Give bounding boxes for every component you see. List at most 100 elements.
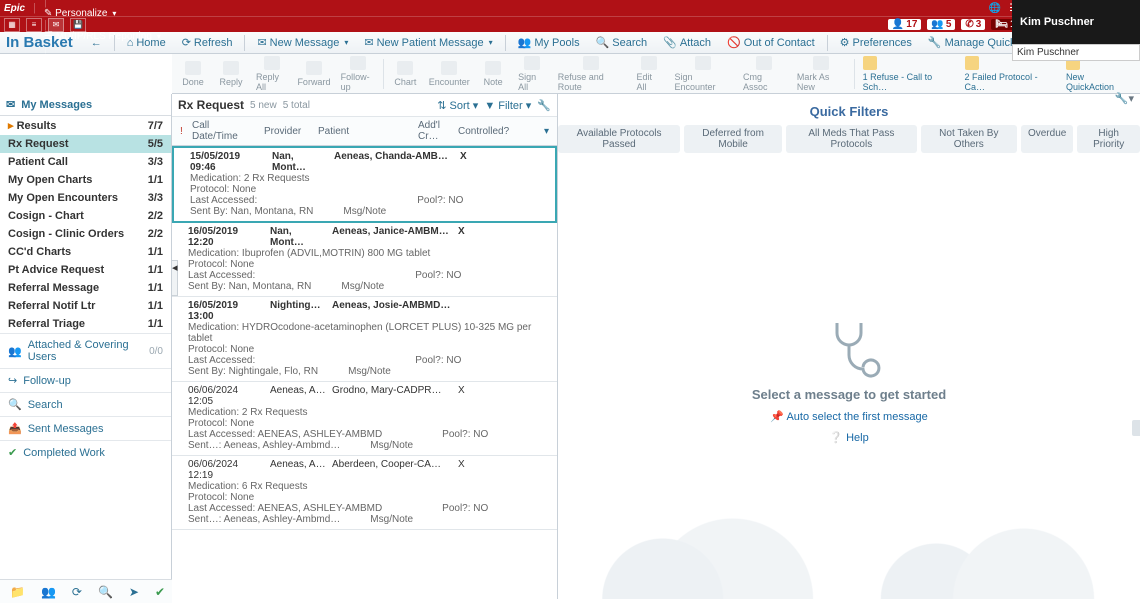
- quick-filter-chip[interactable]: High Priority: [1077, 125, 1140, 153]
- refresh-button[interactable]: ⟳ Refresh: [176, 34, 239, 51]
- grid-tile-icon[interactable]: ▦: [4, 18, 20, 32]
- magnify-icon[interactable]: 🔍: [98, 585, 113, 599]
- new-patient-message-button[interactable]: ✉ New Patient Message: [358, 34, 498, 51]
- attached-users-section[interactable]: 👥 Attached & Covering Users0/0: [0, 333, 171, 368]
- quick-filter-chip[interactable]: Not Taken By Others: [921, 125, 1017, 153]
- home-button[interactable]: ⌂ Home: [121, 35, 172, 51]
- sidebar-bottom-toolbar: 📁 👥 ⟳ 🔍 ➤ ✔: [0, 579, 172, 603]
- phone-count-badge[interactable]: ✆ 3: [961, 19, 985, 30]
- refresh-icon[interactable]: ⟳: [72, 585, 82, 599]
- action-follow-up[interactable]: Follow-up: [335, 54, 382, 94]
- brand-logo[interactable]: Epic: [4, 3, 25, 14]
- completed-work-section[interactable]: ✔ Completed Work: [0, 440, 171, 464]
- action-reply-all[interactable]: Reply All: [250, 54, 293, 94]
- detail-panel: 🔧▾ Quick Filters Available Protocols Pas…: [558, 94, 1140, 599]
- quickaction-item[interactable]: 1 Refuse - Call to Sch…: [857, 54, 959, 94]
- folder-icon[interactable]: 📁: [10, 585, 25, 599]
- action-cmg-assoc[interactable]: Cmg Assoc: [737, 54, 791, 94]
- auto-select-link[interactable]: 📌 Auto select the first message: [770, 410, 927, 423]
- message-list-panel: Rx Request 5 new 5 total ⇅ Sort ▾ ▼ Filt…: [172, 94, 558, 599]
- staff-count-badge[interactable]: 👥 5: [927, 19, 955, 30]
- folder-cc-d-charts[interactable]: CC'd Charts1/1: [0, 243, 171, 261]
- inbox-tile-icon[interactable]: ✉: [48, 18, 64, 32]
- action-mark-as-new[interactable]: Mark As New: [791, 54, 852, 94]
- sidebar: ✉ My Messages ▸ Results7/7Rx Request5/5P…: [0, 94, 172, 599]
- quick-filter-chip[interactable]: All Meds That Pass Protocols: [786, 125, 917, 153]
- action-edit-all[interactable]: Edit All: [630, 54, 668, 94]
- top-menu-bar: Epic | ⎘ Connect Care - Submit Help Tick…: [0, 0, 1140, 16]
- save-tile-icon[interactable]: 💾: [70, 18, 86, 32]
- attach-button[interactable]: 📎 Attach: [657, 34, 717, 51]
- message-row[interactable]: 16/05/2019 12:20Nan, Mont…Aeneas, Janice…: [172, 223, 557, 297]
- globe-icon[interactable]: 🌐: [989, 3, 1001, 14]
- list-header: Rx Request 5 new 5 total ⇅ Sort ▾ ▼ Filt…: [172, 94, 557, 117]
- message-action-strip: DoneReplyReply AllForwardFollow-up Chart…: [172, 54, 1140, 94]
- list-title: Rx Request: [178, 98, 244, 112]
- message-row[interactable]: 06/06/2024 12:05Aeneas, A…Grodno, Mary-C…: [172, 382, 557, 456]
- patient-count-badge[interactable]: 👤 17: [888, 19, 922, 30]
- wrench-icon[interactable]: 🔧: [537, 99, 551, 112]
- back-button[interactable]: ←: [85, 35, 108, 51]
- funnel-icon[interactable]: ▾: [540, 126, 553, 137]
- folder-pt-advice-request[interactable]: Pt Advice Request1/1: [0, 261, 171, 279]
- topbar-item[interactable]: ✎ Personalize: [44, 8, 209, 19]
- list-tile-icon[interactable]: ≡: [26, 18, 42, 32]
- folder-rx-request[interactable]: Rx Request5/5: [0, 135, 171, 153]
- folder-referral-message[interactable]: Referral Message1/1: [0, 279, 171, 297]
- module-title: In Basket: [6, 34, 73, 51]
- new-message-button[interactable]: ✉ New Message: [251, 34, 354, 51]
- people-icon[interactable]: 👥: [41, 585, 56, 599]
- col-patient[interactable]: Patient: [314, 126, 414, 137]
- send-icon[interactable]: ➤: [129, 585, 139, 599]
- quick-filter-chip[interactable]: Deferred from Mobile: [684, 125, 782, 153]
- action-note[interactable]: Note: [474, 54, 512, 94]
- col-addl[interactable]: Add'l Cr…: [414, 120, 454, 142]
- folder-referral-triage[interactable]: Referral Triage1/1: [0, 315, 171, 333]
- user-name-box[interactable]: Kim Puschner: [1012, 0, 1140, 44]
- sidebar-collapse-handle[interactable]: ◂: [172, 260, 178, 296]
- action-encounter[interactable]: Encounter: [424, 54, 474, 94]
- preferences-button[interactable]: ⚙ Preferences: [834, 34, 918, 51]
- action-forward[interactable]: Forward: [293, 54, 334, 94]
- content-area: ✉ My Messages ▸ Results7/7Rx Request5/5P…: [0, 94, 1140, 599]
- col-controlled[interactable]: Controlled?: [454, 126, 540, 137]
- folder-cosign-clinic-orders[interactable]: Cosign - Clinic Orders2/2: [0, 225, 171, 243]
- search-button[interactable]: 🔍 Search: [590, 34, 654, 51]
- placeholder-message: Select a message to get started: [752, 387, 946, 402]
- folder-my-open-charts[interactable]: My Open Charts1/1: [0, 171, 171, 189]
- action-done[interactable]: Done: [174, 54, 212, 94]
- message-row[interactable]: 06/06/2024 12:19Aeneas, A…Aberdeen, Coop…: [172, 456, 557, 530]
- help-link[interactable]: ❔ Help: [829, 431, 868, 444]
- folder-patient-call[interactable]: Patient Call3/3: [0, 153, 171, 171]
- folder-cosign-chart[interactable]: Cosign - Chart2/2: [0, 207, 171, 225]
- sort-button[interactable]: ⇅ Sort ▾: [437, 99, 478, 112]
- quick-filter-chip[interactable]: Available Protocols Passed: [558, 125, 680, 153]
- my-pools-button[interactable]: 👥 My Pools: [512, 34, 586, 51]
- sent-messages-section[interactable]: 📤 Sent Messages: [0, 416, 171, 440]
- action-sign-encounter[interactable]: Sign Encounter: [668, 54, 737, 94]
- action-chart[interactable]: Chart: [386, 54, 424, 94]
- action-refuse-and-route[interactable]: Refuse and Route: [552, 54, 631, 94]
- col-datetime[interactable]: Call Date/Time: [188, 120, 260, 142]
- folder-results[interactable]: ▸ Results7/7: [0, 116, 171, 135]
- message-row[interactable]: 16/05/2019 13:00Nightingal…Aeneas, Josie…: [172, 297, 557, 382]
- action-sign-all[interactable]: Sign All: [512, 54, 552, 94]
- quick-filter-chip[interactable]: Overdue: [1021, 125, 1073, 153]
- search-section[interactable]: 🔍 Search: [0, 392, 171, 416]
- col-provider[interactable]: Provider: [260, 126, 314, 137]
- priority-column-icon[interactable]: !: [176, 126, 188, 137]
- column-header-row[interactable]: ! Call Date/Time Provider Patient Add'l …: [172, 117, 557, 146]
- check-icon[interactable]: ✔: [155, 585, 165, 599]
- panel-settings-icon[interactable]: 🔧▾: [1115, 92, 1134, 105]
- action-reply[interactable]: Reply: [212, 54, 250, 94]
- panel-expand-handle[interactable]: [1132, 420, 1140, 436]
- folder-my-open-encounters[interactable]: My Open Encounters3/3: [0, 189, 171, 207]
- out-of-contact-button[interactable]: 🚫 Out of Contact: [721, 34, 821, 51]
- sidebar-header[interactable]: ✉ My Messages: [0, 94, 171, 116]
- message-row[interactable]: 15/05/2019 09:46Nan, Mont…Aeneas, Chanda…: [172, 146, 557, 223]
- followup-section[interactable]: ↪ Follow-up: [0, 368, 171, 392]
- stethoscope-icon: [817, 315, 881, 379]
- list-total-count: 5 total: [283, 100, 310, 111]
- filter-button[interactable]: ▼ Filter ▾: [484, 99, 531, 112]
- folder-referral-notif-ltr[interactable]: Referral Notif Ltr1/1: [0, 297, 171, 315]
